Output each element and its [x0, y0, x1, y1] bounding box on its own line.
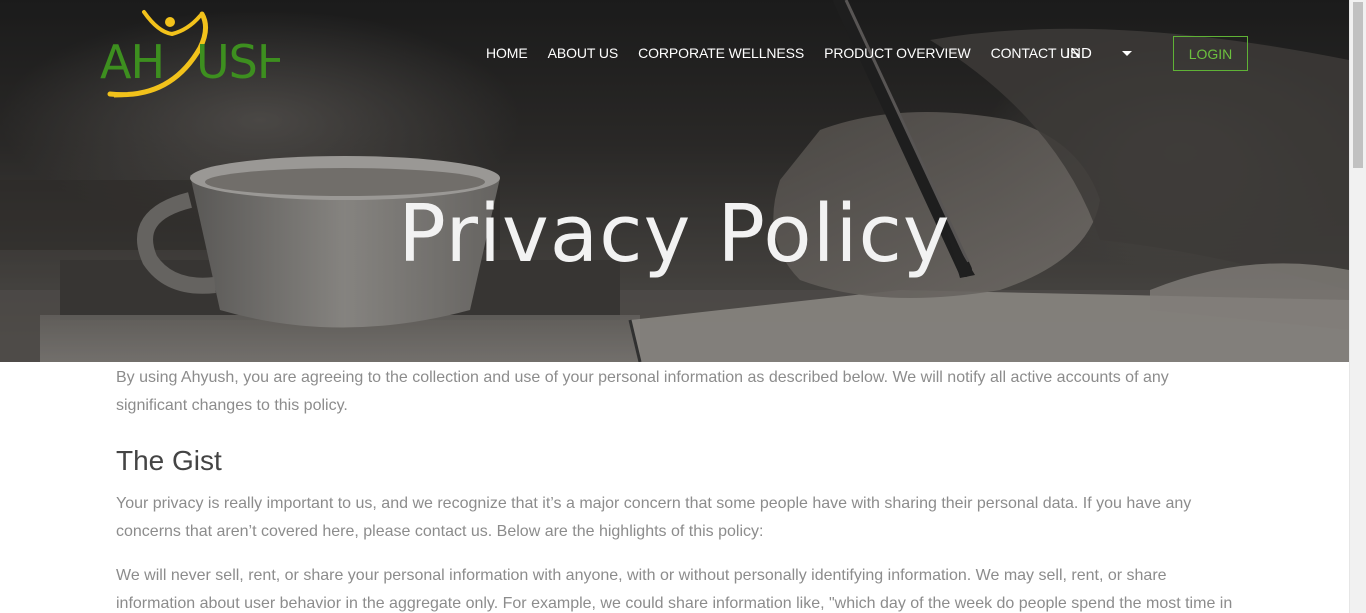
policy-paragraph: We will never sell, rent, or share your …: [116, 567, 1233, 612]
nav-product-overview[interactable]: PRODUCT OVERVIEW: [824, 45, 971, 61]
svg-text:AH: AH: [100, 35, 164, 89]
logo-graphic: AH USH: [100, 10, 291, 98]
nav-home[interactable]: HOME: [486, 45, 528, 61]
intro-paragraph: By using Ahyush, you are agreeing to the…: [116, 369, 1169, 414]
page-title: Privacy Policy: [398, 188, 951, 280]
page-scrollbar[interactable]: [1349, 0, 1366, 613]
privacy-policy-page: Privacy Policy AH USH HOME ABOUT US CORP…: [0, 0, 1366, 613]
login-button[interactable]: LOGIN: [1173, 36, 1248, 71]
ahyush-logo[interactable]: AH USH: [100, 8, 291, 100]
policy-content: By using Ahyush, you are agreeing to the…: [116, 364, 1241, 613]
svg-text:USH: USH: [196, 35, 280, 89]
nav-about-us[interactable]: ABOUT US: [548, 45, 619, 61]
language-selector[interactable]: IND: [1066, 42, 1132, 64]
language-label: IND: [1066, 44, 1092, 62]
main-navigation: HOME ABOUT US CORPORATE WELLNESS PRODUCT…: [476, 42, 1089, 64]
gist-heading: The Gist: [116, 445, 222, 476]
nav-corporate-wellness[interactable]: CORPORATE WELLNESS: [638, 45, 804, 61]
scrollbar-thumb[interactable]: [1353, 2, 1363, 168]
caret-down-icon: [1121, 50, 1132, 56]
gist-paragraph: Your privacy is really important to us, …: [116, 495, 1192, 540]
